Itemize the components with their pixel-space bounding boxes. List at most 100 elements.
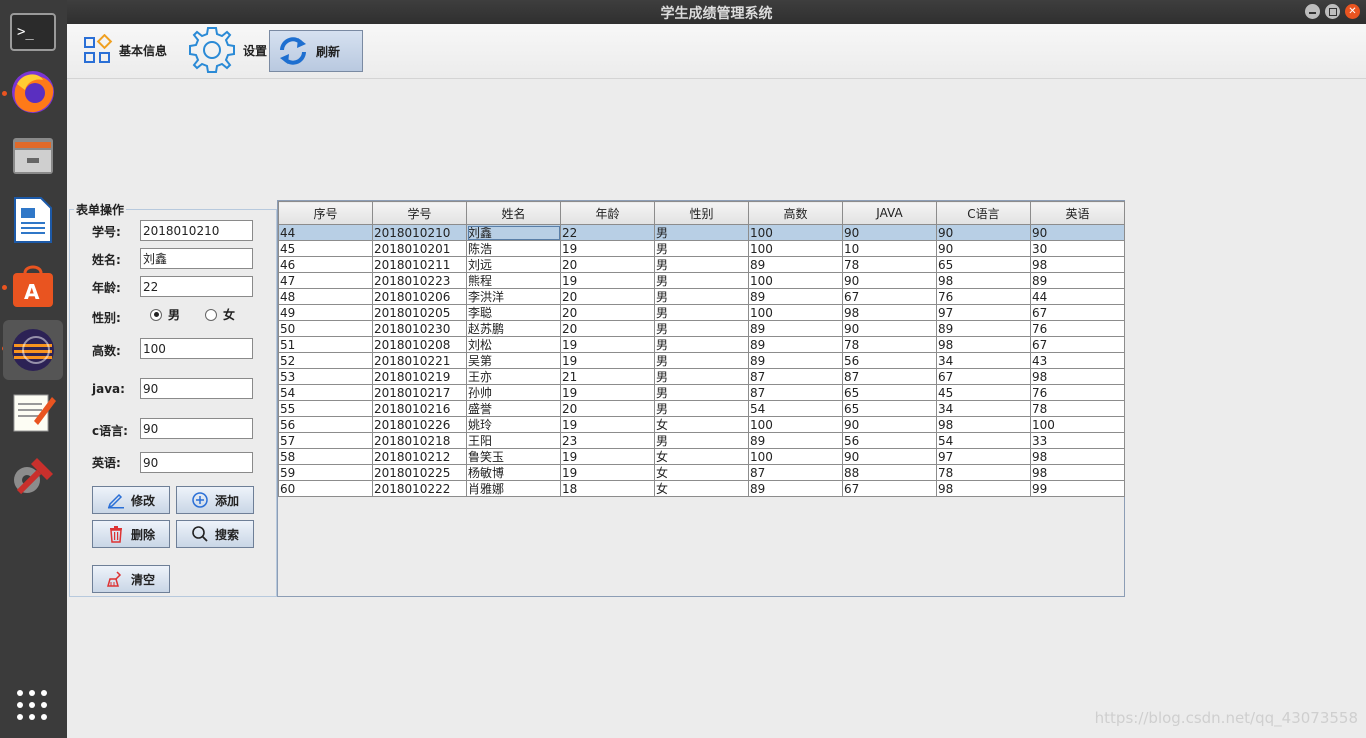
table-cell[interactable]: 87 bbox=[842, 368, 937, 385]
table-cell[interactable]: 23 bbox=[560, 432, 655, 449]
eclipse-launcher[interactable] bbox=[3, 320, 63, 380]
table-cell[interactable]: 89 bbox=[748, 432, 843, 449]
table-row[interactable]: 44 2018010210 刘鑫 22 男 100 90 90 90 bbox=[278, 224, 1125, 241]
table-row[interactable]: 50 2018010230 赵苏鹏 20 男 89 90 89 76 bbox=[278, 320, 1125, 337]
gender-male-radio[interactable]: 男 bbox=[150, 306, 180, 323]
table-cell[interactable]: 44 bbox=[278, 224, 373, 241]
table-cell[interactable]: 76 bbox=[1030, 320, 1125, 337]
table-cell[interactable]: 20 bbox=[560, 400, 655, 417]
software-center-launcher[interactable]: A bbox=[3, 256, 63, 316]
table-row[interactable]: 58 2018010212 鲁笑玉 19 女 100 90 97 98 bbox=[278, 448, 1125, 465]
table-cell[interactable]: 2018010201 bbox=[372, 240, 467, 257]
table-cell[interactable]: 王亦 bbox=[466, 368, 561, 385]
table-cell[interactable]: 98 bbox=[842, 304, 937, 321]
table-cell[interactable]: 2018010216 bbox=[372, 400, 467, 417]
table-cell[interactable]: 19 bbox=[560, 336, 655, 353]
table-cell[interactable]: 78 bbox=[936, 464, 1031, 481]
table-cell[interactable]: 90 bbox=[936, 224, 1031, 241]
table-row[interactable]: 55 2018010216 盛誉 20 男 54 65 34 78 bbox=[278, 400, 1125, 417]
table-row[interactable]: 53 2018010219 王亦 21 男 87 87 67 98 bbox=[278, 368, 1125, 385]
table-row[interactable]: 60 2018010222 肖雅娜 18 女 89 67 98 99 bbox=[278, 480, 1125, 497]
table-cell[interactable]: 100 bbox=[748, 272, 843, 289]
table-cell[interactable]: 90 bbox=[842, 272, 937, 289]
table-cell[interactable]: 98 bbox=[936, 336, 1031, 353]
table-cell[interactable]: 男 bbox=[654, 320, 749, 337]
table-cell[interactable]: 45 bbox=[278, 240, 373, 257]
table-cell[interactable]: 2018010219 bbox=[372, 368, 467, 385]
table-cell[interactable]: 男 bbox=[654, 352, 749, 369]
firefox-launcher[interactable] bbox=[3, 62, 63, 122]
table-cell[interactable]: 89 bbox=[748, 320, 843, 337]
column-header[interactable]: 学号 bbox=[372, 201, 467, 225]
table-cell[interactable]: 19 bbox=[560, 240, 655, 257]
table-cell[interactable]: 10 bbox=[842, 240, 937, 257]
writer-launcher[interactable] bbox=[3, 190, 63, 250]
table-cell[interactable]: 肖雅娜 bbox=[466, 480, 561, 497]
table-cell[interactable]: 100 bbox=[1030, 416, 1125, 433]
table-cell[interactable]: 男 bbox=[654, 368, 749, 385]
table-cell[interactable]: 89 bbox=[748, 480, 843, 497]
table-cell[interactable]: 54 bbox=[748, 400, 843, 417]
table-cell[interactable]: 89 bbox=[1030, 272, 1125, 289]
table-row[interactable]: 51 2018010208 刘松 19 男 89 78 98 67 bbox=[278, 336, 1125, 353]
table-cell[interactable]: 2018010223 bbox=[372, 272, 467, 289]
table-cell[interactable]: 女 bbox=[654, 416, 749, 433]
column-header[interactable]: 英语 bbox=[1030, 201, 1125, 225]
table-row[interactable]: 52 2018010221 吴第 19 男 89 56 34 43 bbox=[278, 352, 1125, 369]
table-cell[interactable]: 67 bbox=[842, 480, 937, 497]
table-cell[interactable]: 76 bbox=[936, 288, 1031, 305]
table-cell[interactable]: 2018010230 bbox=[372, 320, 467, 337]
table-cell[interactable]: 18 bbox=[560, 480, 655, 497]
table-cell[interactable]: 67 bbox=[1030, 336, 1125, 353]
table-cell[interactable]: 43 bbox=[1030, 352, 1125, 369]
table-cell[interactable]: 98 bbox=[1030, 448, 1125, 465]
table-cell[interactable]: 44 bbox=[1030, 288, 1125, 305]
table-cell[interactable]: 2018010222 bbox=[372, 480, 467, 497]
table-cell[interactable]: 李聪 bbox=[466, 304, 561, 321]
table-cell[interactable]: 98 bbox=[936, 416, 1031, 433]
table-row[interactable]: 45 2018010201 陈浩 19 男 100 10 90 30 bbox=[278, 240, 1125, 257]
table-cell[interactable]: 65 bbox=[842, 400, 937, 417]
table-cell[interactable]: 赵苏鹏 bbox=[466, 320, 561, 337]
table-cell[interactable]: 56 bbox=[842, 352, 937, 369]
table-cell[interactable]: 女 bbox=[654, 448, 749, 465]
math-field[interactable] bbox=[140, 338, 253, 359]
table-cell[interactable]: 2018010217 bbox=[372, 384, 467, 401]
table-cell[interactable]: 87 bbox=[748, 464, 843, 481]
table-cell[interactable]: 89 bbox=[748, 256, 843, 273]
table-cell[interactable]: 陈浩 bbox=[466, 240, 561, 257]
age-field[interactable] bbox=[140, 276, 253, 297]
table-cell[interactable]: 56 bbox=[278, 416, 373, 433]
table-cell[interactable]: 2018010210 bbox=[372, 224, 467, 241]
table-cell[interactable]: 89 bbox=[748, 288, 843, 305]
table-cell[interactable]: 男 bbox=[654, 256, 749, 273]
table-cell[interactable]: 58 bbox=[278, 448, 373, 465]
table-row[interactable]: 59 2018010225 杨敏博 19 女 87 88 78 98 bbox=[278, 464, 1125, 481]
table-cell[interactable]: 57 bbox=[278, 432, 373, 449]
table-row[interactable]: 47 2018010223 熊程 19 男 100 90 98 89 bbox=[278, 272, 1125, 289]
table-cell[interactable]: 55 bbox=[278, 400, 373, 417]
c-language-field[interactable] bbox=[140, 418, 253, 439]
column-header[interactable]: C语言 bbox=[936, 201, 1031, 225]
table-cell[interactable]: 53 bbox=[278, 368, 373, 385]
table-cell[interactable]: 19 bbox=[560, 272, 655, 289]
table-cell[interactable]: 54 bbox=[278, 384, 373, 401]
table-cell[interactable]: 30 bbox=[1030, 240, 1125, 257]
table-cell[interactable]: 34 bbox=[936, 400, 1031, 417]
search-button[interactable]: 搜索 bbox=[176, 520, 254, 548]
table-cell[interactable]: 89 bbox=[748, 352, 843, 369]
java-field[interactable] bbox=[140, 378, 253, 399]
table-cell[interactable]: 20 bbox=[560, 304, 655, 321]
table-cell[interactable]: 刘鑫 bbox=[466, 224, 561, 241]
table-cell[interactable]: 65 bbox=[842, 384, 937, 401]
table-cell[interactable]: 90 bbox=[842, 224, 937, 241]
refresh-button[interactable]: 刷新 bbox=[269, 30, 363, 72]
table-cell[interactable]: 刘松 bbox=[466, 336, 561, 353]
settings-button[interactable]: 设置 bbox=[181, 27, 273, 73]
table-cell[interactable]: 87 bbox=[748, 384, 843, 401]
table-cell[interactable]: 56 bbox=[842, 432, 937, 449]
table-cell[interactable]: 19 bbox=[560, 384, 655, 401]
table-cell[interactable]: 99 bbox=[1030, 480, 1125, 497]
table-cell[interactable]: 男 bbox=[654, 336, 749, 353]
table-cell[interactable]: 20 bbox=[560, 320, 655, 337]
